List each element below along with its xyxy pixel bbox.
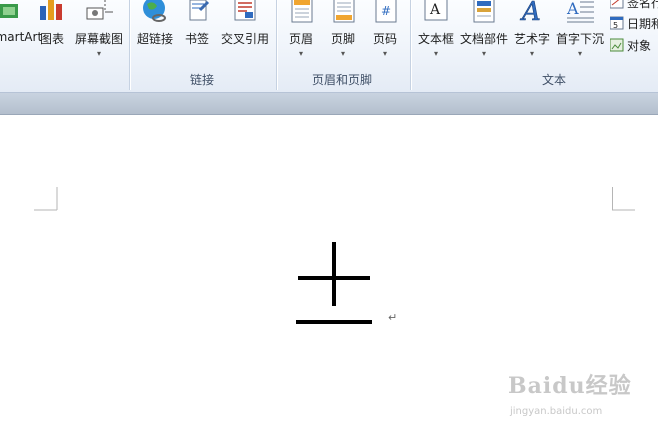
cross-reference-label: 交叉引用 xyxy=(220,32,269,46)
smartart-label: SmartArt xyxy=(0,30,43,44)
earth-symbol-drawing xyxy=(296,242,372,324)
header-dropdown-icon[interactable]: ▾ xyxy=(286,49,316,58)
footer-label: 页脚 xyxy=(330,32,355,46)
watermark-url: jingyan.baidu.com xyxy=(510,406,603,417)
datetime-item[interactable]: 5 日期和时间 xyxy=(609,15,658,33)
textbox-icon: A xyxy=(420,0,452,24)
wordart-button[interactable]: A 艺术字 ▾ xyxy=(512,0,552,58)
svg-text:A: A xyxy=(566,0,579,18)
text-group-label: 文本 xyxy=(542,73,567,87)
screenshot-button[interactable]: 屏幕截图 ▾ xyxy=(72,0,126,58)
group-separator xyxy=(276,0,277,90)
bookmark-icon xyxy=(182,0,214,24)
quick-parts-icon xyxy=(468,0,500,24)
quick-parts-dropdown-icon[interactable]: ▾ xyxy=(458,49,510,58)
screenshot-label: 屏幕截图 xyxy=(74,32,123,46)
page-number-dropdown-icon[interactable]: ▾ xyxy=(370,49,400,58)
margin-corner-top-right xyxy=(612,187,635,211)
svg-text:A: A xyxy=(520,0,541,24)
links-group-label: 链接 xyxy=(190,73,215,87)
object-icon xyxy=(609,38,624,52)
wordart-icon: A xyxy=(516,0,548,27)
ribbon-document-gap xyxy=(0,93,658,115)
svg-text:A: A xyxy=(429,2,441,18)
drop-cap-dropdown-icon[interactable]: ▾ xyxy=(554,49,606,58)
header-footer-group-label: 页眉和页脚 xyxy=(312,73,373,87)
hyperlink-label: 超链接 xyxy=(136,32,173,46)
chart-icon xyxy=(36,0,68,24)
chart-button[interactable]: 图表 xyxy=(36,0,68,46)
watermark-brand: Baidu经验 xyxy=(508,373,632,399)
header-icon xyxy=(286,0,318,24)
smartart-icon xyxy=(0,0,26,24)
baidu-watermark: Baidu经验 jingyan.baidu.com xyxy=(508,368,632,417)
drop-cap-icon: A xyxy=(564,0,596,24)
drop-cap-label: 首字下沉 xyxy=(555,32,604,46)
page-number-label: 页码 xyxy=(372,32,397,46)
datetime-label: 日期和时间 xyxy=(627,17,658,31)
cross-reference-icon xyxy=(229,0,261,24)
bookmark-label: 书签 xyxy=(184,32,209,46)
hyperlink-button[interactable]: 超链接 xyxy=(134,0,176,46)
cross-reference-button[interactable]: 交叉引用 xyxy=(218,0,272,46)
drop-cap-button[interactable]: A 首字下沉 ▾ xyxy=(554,0,606,58)
paragraph-mark: ↵ xyxy=(388,311,398,324)
object-label: 对象 xyxy=(627,39,652,53)
chart-label: 图表 xyxy=(39,32,64,46)
smartart-button[interactable]: SmartArt xyxy=(0,0,42,44)
wordart-label: 艺术字 xyxy=(513,32,550,46)
globe-link-icon xyxy=(139,0,171,24)
svg-text:#: # xyxy=(381,4,391,18)
signature-icon xyxy=(609,0,624,9)
textbox-dropdown-icon[interactable]: ▾ xyxy=(416,49,456,58)
signature-line-item[interactable]: 签名行 xyxy=(609,0,658,12)
wordart-dropdown-icon[interactable]: ▾ xyxy=(512,49,552,58)
page-number-icon: # xyxy=(370,0,402,24)
textbox-button[interactable]: A 文本框 ▾ xyxy=(416,0,456,58)
header-button[interactable]: 页眉 ▾ xyxy=(286,0,318,58)
group-separator xyxy=(129,0,130,90)
group-separator xyxy=(410,0,411,90)
margin-corner-top-left xyxy=(34,187,58,211)
screenshot-camera-icon xyxy=(83,0,115,24)
footer-button[interactable]: 页脚 ▾ xyxy=(328,0,360,58)
screenshot-dropdown-icon[interactable]: ▾ xyxy=(72,49,126,58)
header-label: 页眉 xyxy=(288,32,313,46)
bookmark-button[interactable]: 书签 xyxy=(182,0,214,46)
footer-icon xyxy=(328,0,360,24)
page-number-button[interactable]: # 页码 ▾ xyxy=(370,0,402,58)
quick-parts-button[interactable]: 文档部件 ▾ xyxy=(458,0,510,58)
object-item[interactable]: 对象 xyxy=(609,37,652,55)
textbox-label: 文本框 xyxy=(417,32,454,46)
signature-label: 签名行 xyxy=(627,0,658,10)
ribbon: SmartArt 图表 屏幕截图 ▾ 超链接 书签 交叉引用 xyxy=(0,0,658,93)
footer-dropdown-icon[interactable]: ▾ xyxy=(328,49,358,58)
quick-parts-label: 文档部件 xyxy=(459,32,508,46)
svg-text:5: 5 xyxy=(613,21,618,30)
calendar-icon: 5 xyxy=(609,16,624,30)
